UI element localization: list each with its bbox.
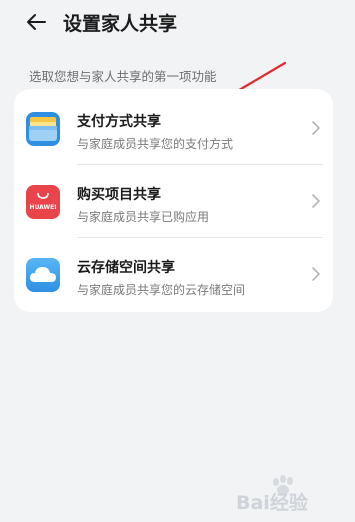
page-title: 设置家人共享 (63, 13, 178, 35)
sharing-options-card: 支付方式共享 与家庭成员共享您的支付方式 HUAWEI 购买项目共享 与家庭成员… (14, 89, 333, 312)
chevron-right-icon (312, 121, 320, 135)
huawei-logo-text: HUAWEI (29, 204, 57, 211)
option-description: 与家庭成员共享您的支付方式 (77, 137, 234, 151)
cloud-icon (26, 258, 60, 292)
option-payment-sharing[interactable]: 支付方式共享 与家庭成员共享您的支付方式 (14, 91, 333, 164)
arrow-left-icon[interactable] (26, 12, 46, 32)
option-label: 购买项目共享 (77, 187, 161, 203)
chevron-right-icon (312, 194, 320, 208)
option-description: 与家庭成员共享已购应用 (77, 210, 210, 224)
option-cloud-sharing[interactable]: 云存储空间共享 与家庭成员共享您的云存储空间 (14, 237, 333, 310)
option-description: 与家庭成员共享您的云存储空间 (77, 283, 246, 297)
header: 设置家人共享 (0, 0, 355, 44)
huawei-bag-icon: HUAWEI (26, 185, 60, 219)
wallet-icon (26, 112, 60, 146)
option-label: 支付方式共享 (77, 114, 161, 130)
watermark-text: Bai经验 (236, 492, 308, 514)
section-subtitle: 选取您想与家人共享的第一项功能 (29, 69, 217, 84)
chevron-right-icon (312, 267, 320, 281)
baidu-jingyan-watermark: Bai经验 (232, 472, 342, 514)
option-label: 云存储空间共享 (77, 260, 175, 276)
option-purchase-sharing[interactable]: HUAWEI 购买项目共享 与家庭成员共享已购应用 (14, 164, 333, 237)
